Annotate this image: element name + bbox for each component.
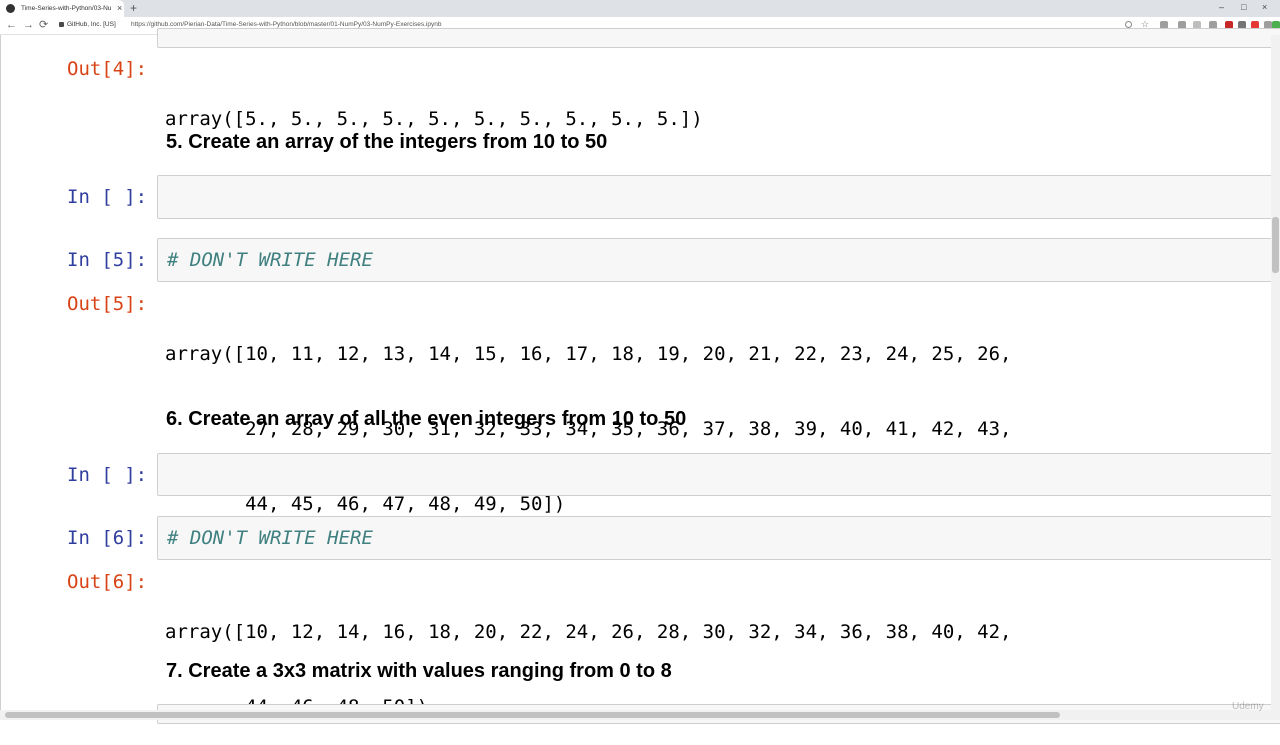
output-line: array([5., 5., 5., 5., 5., 5., 5., 5., 5… (165, 108, 703, 130)
exercise-heading: 6. Create an array of all the even integ… (166, 408, 687, 430)
reload-button[interactable]: ⟳ (39, 18, 48, 33)
input-prompt: In [ ]: (67, 464, 148, 486)
page-border (0, 35, 1, 710)
back-button[interactable]: ← (6, 18, 17, 33)
output-prompt: Out[6]: (67, 571, 148, 593)
scrollbar-thumb[interactable] (5, 712, 1060, 718)
code-cell-input[interactable] (157, 453, 1280, 496)
input-prompt: In [5]: (67, 249, 148, 271)
new-tab-button[interactable]: + (130, 1, 137, 15)
github-favicon-icon (6, 4, 15, 13)
address-bar[interactable]: https://github.com/Pierian-Data/Time-Ser… (131, 21, 441, 28)
input-prompt: In [ ]: (67, 186, 148, 208)
vertical-scrollbar[interactable] (1271, 35, 1280, 710)
tab-strip: Time-Series-with-Python/03-Nu × + – □ × (0, 0, 1280, 17)
browser-tab[interactable]: Time-Series-with-Python/03-Nu × (0, 0, 124, 17)
output-prompt: Out[4]: (67, 58, 148, 80)
code-cell-input[interactable] (157, 175, 1280, 219)
site-identity[interactable]: GitHub, Inc. [US] (59, 21, 116, 28)
udemy-watermark: Udemy (1232, 701, 1264, 712)
exercise-heading: 7. Create a 3x3 matrix with values rangi… (166, 660, 672, 682)
maximize-button[interactable]: □ (1241, 1, 1246, 13)
horizontal-scrollbar[interactable] (0, 710, 1280, 720)
input-prompt: In [6]: (67, 527, 148, 549)
code-comment: # DON'T WRITE HERE (167, 249, 373, 271)
site-identity-label: GitHub, Inc. [US] (67, 21, 116, 28)
scrollbar-thumb[interactable] (1272, 217, 1279, 273)
bookmark-star-icon[interactable]: ☆ (1141, 19, 1149, 29)
lock-icon (59, 21, 64, 27)
close-window-button[interactable]: × (1262, 1, 1267, 13)
output-line: array([10, 11, 12, 13, 14, 15, 16, 17, 1… (165, 343, 1012, 365)
tab-title: Time-Series-with-Python/03-Nu (21, 5, 112, 12)
minimize-button[interactable]: – (1219, 1, 1224, 13)
code-cell-input[interactable]: # DON'T WRITE HERE (157, 238, 1280, 282)
forward-button[interactable]: → (23, 18, 34, 33)
code-cell-input[interactable]: # DON'T WRITE HERE (157, 516, 1280, 560)
zoom-icon[interactable] (1125, 21, 1132, 28)
code-comment: # DON'T WRITE HERE (167, 527, 373, 549)
exercise-heading: 5. Create an array of the integers from … (166, 131, 608, 153)
output-prompt: Out[5]: (67, 293, 148, 315)
code-cell-input[interactable] (157, 28, 1280, 48)
output-line: array([10, 12, 14, 16, 18, 20, 22, 24, 2… (165, 621, 1012, 643)
tab-close-button[interactable]: × (117, 4, 122, 13)
